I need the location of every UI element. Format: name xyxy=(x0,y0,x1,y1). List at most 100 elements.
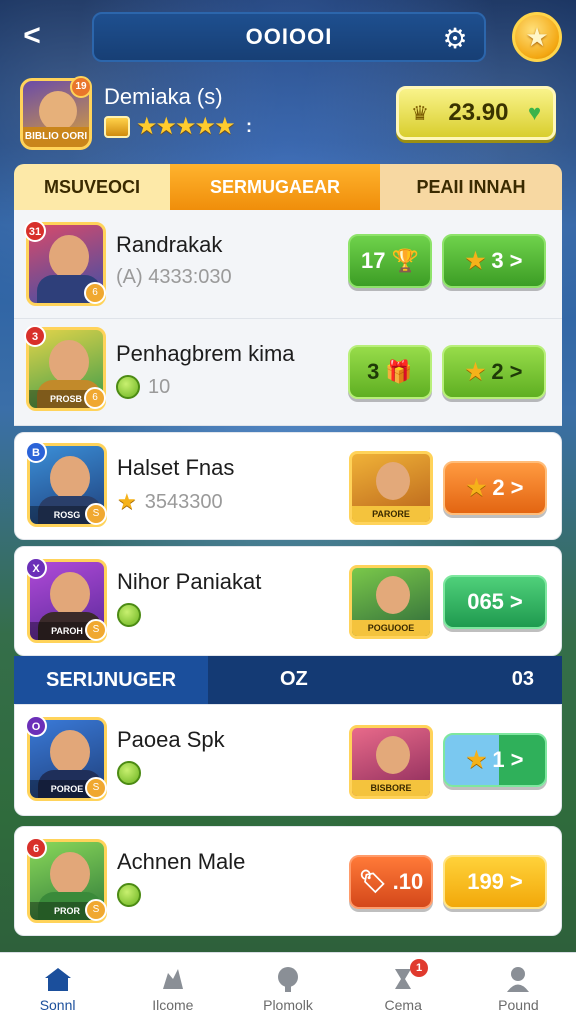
section-stats: OZ 03 xyxy=(208,656,562,704)
reward-button[interactable]: 17 🏆 xyxy=(348,234,432,288)
rating-stars: ★★★★★ xyxy=(136,113,236,140)
coin-icon: S xyxy=(85,619,107,641)
section-mid-value: OZ xyxy=(280,668,308,690)
card-plate: BISBORE xyxy=(352,780,430,796)
nav-item-home[interactable]: Sonnl xyxy=(0,953,115,1024)
star-value: 2 xyxy=(492,475,505,500)
star-value: 2 xyxy=(491,359,504,384)
price-value: .10 xyxy=(392,869,424,894)
player-sub xyxy=(117,603,141,627)
nav-item-cema[interactable]: Cema 1 xyxy=(346,953,461,1024)
player-card[interactable]: POGUOOE xyxy=(349,565,433,639)
nav-label: Cema xyxy=(384,996,422,1013)
user-icon xyxy=(507,966,530,992)
leaf-icon xyxy=(116,375,140,399)
card-face xyxy=(376,736,410,774)
coin-icon: S xyxy=(85,899,107,921)
chest-icon xyxy=(104,116,130,138)
star-icon: ★ xyxy=(466,475,487,500)
list-item[interactable]: PROR 6 S Achnen Male 🏷 .10 199 > xyxy=(14,826,562,936)
buy-button[interactable]: 199 > xyxy=(443,855,547,909)
chevron-right-icon: > xyxy=(509,589,523,614)
rank-badge: 3 xyxy=(24,325,46,347)
card-plate: PARORE xyxy=(352,506,430,522)
player-stat: (A) 4333:030 xyxy=(116,266,232,288)
chevron-right-icon: > xyxy=(510,747,524,772)
avatar-face xyxy=(39,91,77,131)
rank-badge: O xyxy=(25,715,47,737)
player-stat: 10 xyxy=(148,375,171,398)
avatar-face xyxy=(49,340,89,384)
leaf-icon xyxy=(117,883,141,907)
coin-icon: 6 xyxy=(84,387,106,409)
player-name: Randrakak xyxy=(116,232,223,257)
buy-value: 199 xyxy=(467,869,504,894)
nav-item-profile[interactable]: Pound xyxy=(461,953,576,1024)
list-item[interactable]: 31 6 Randrakak (A) 4333:030 17 🏆 ★ 3 > xyxy=(14,210,562,319)
avatar-face xyxy=(50,852,90,896)
list-item[interactable]: PAROH X S Nihor Paniakat POGUOOE 065 > xyxy=(14,546,562,656)
star-button[interactable]: ★ 2 > xyxy=(442,345,546,399)
value-button[interactable]: 065 > xyxy=(443,575,547,629)
chevron-right-icon: > xyxy=(509,248,523,273)
value-button[interactable]: ★ 1 > xyxy=(443,733,547,787)
player-name: Nihor Paniakat xyxy=(117,569,262,594)
avatar-face xyxy=(50,572,90,616)
heart-icon: ♥ xyxy=(527,100,541,125)
home-icon xyxy=(44,967,71,991)
star-icon: ★ xyxy=(466,747,487,772)
tab-active[interactable]: SERMUGAEAR xyxy=(170,164,380,210)
coin-icon: S xyxy=(85,503,107,525)
player-sub: (A) 4333:030 xyxy=(116,266,232,289)
player-name: Paoea Spk xyxy=(117,727,225,752)
avatar-face xyxy=(49,235,89,279)
star-icon: ★ xyxy=(117,489,137,514)
rating-separator: : xyxy=(246,116,252,136)
player-card[interactable]: PARORE xyxy=(349,451,433,525)
star-button[interactable]: ★ 3 > xyxy=(442,234,546,288)
nav-label: Plomolk xyxy=(263,996,313,1013)
balance-button[interactable]: ♛ 23.90 ♥ xyxy=(396,86,556,140)
button-value: 1 xyxy=(492,747,505,772)
gear-icon[interactable]: ⚙ xyxy=(440,24,470,54)
notification-badge: 1 xyxy=(410,959,429,977)
star-value: 3 xyxy=(491,248,504,273)
nav-label: Sonnl xyxy=(39,996,76,1013)
star-icon[interactable]: ★ xyxy=(512,12,562,62)
tab-first[interactable]: MSUVEOCI xyxy=(14,164,170,210)
star-icon: ★ xyxy=(465,248,486,273)
list-item[interactable]: ROSG B S Halset Fnas ★ 3543300 PARORE ★ 2 > xyxy=(14,432,562,540)
player-card[interactable]: BISBORE xyxy=(349,725,433,799)
player-stat: 3543300 xyxy=(144,490,223,513)
player-sub xyxy=(117,883,141,907)
reward-value: 3 xyxy=(367,359,380,384)
nav-item-income[interactable]: Ilcome xyxy=(115,953,230,1024)
coin-icon: S xyxy=(85,777,107,799)
list-item[interactable]: POROE O S Paoea Spk BISBORE ★ 1 > xyxy=(14,704,562,816)
list-item[interactable]: PROSB 3 6 Penhagbrem kima 10 3 🎁 ★ 2 > xyxy=(14,319,562,426)
leaf-icon xyxy=(117,761,141,785)
nav-item-play[interactable]: Plomolk xyxy=(230,953,345,1024)
title-bar: OOIOOI ⚙ xyxy=(92,12,486,62)
chevron-right-icon: > xyxy=(509,359,523,384)
price-button[interactable]: 🏷 .10 xyxy=(349,855,433,909)
rank-badge: X xyxy=(25,557,47,579)
avatar-face xyxy=(50,730,90,774)
avatar-band: BIBLIO OORI xyxy=(23,127,89,147)
tab-bar: MSUVEOCI SERMUGAEAR PEAII INNAH xyxy=(14,164,562,210)
card-face xyxy=(376,462,410,500)
section-label[interactable]: SERIJNUGER xyxy=(14,656,208,704)
player-sub: 10 xyxy=(116,375,170,399)
back-button[interactable]: < xyxy=(14,18,50,54)
profile-name: Demiaka (s) xyxy=(104,84,223,109)
player-name: Halset Fnas xyxy=(117,455,235,480)
player-name: Achnen Male xyxy=(117,849,246,874)
nav-label: Ilcome xyxy=(152,996,194,1013)
player-sub xyxy=(117,761,141,785)
gift-icon: 🎁 xyxy=(385,359,413,384)
chevron-right-icon: > xyxy=(510,475,524,500)
reward-button[interactable]: 3 🎁 xyxy=(348,345,432,399)
trophy-icon: 🏆 xyxy=(391,248,419,273)
tab-third[interactable]: PEAII INNAH xyxy=(380,164,562,210)
star-button[interactable]: ★ 2 > xyxy=(443,461,547,515)
